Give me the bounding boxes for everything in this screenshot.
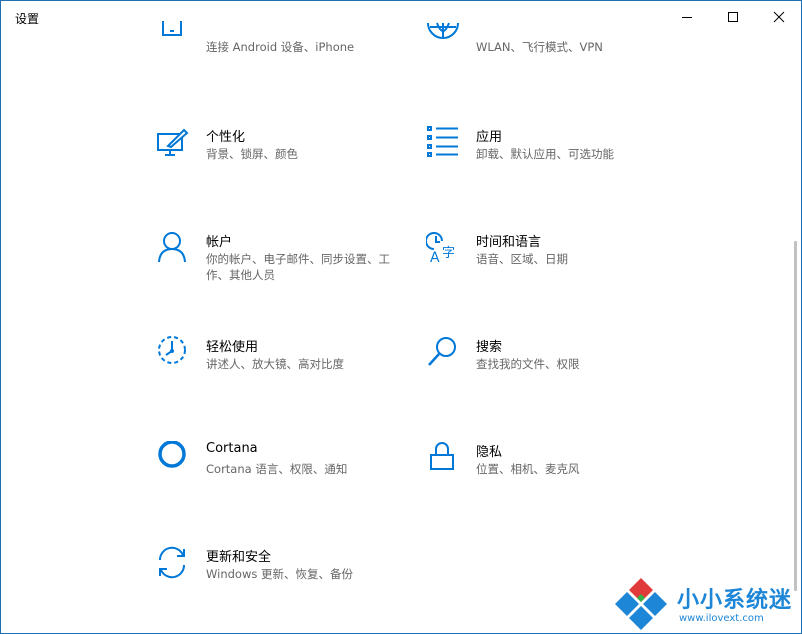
tile-network[interactable]: WLAN、飞行模式、VPN [426,15,676,85]
tile-description: WLAN、飞行模式、VPN [476,40,603,54]
minimize-icon [682,17,692,18]
svg-text:A: A [430,250,440,265]
phone-icon [156,15,190,49]
tile-description: Windows 更新、恢复、备份 [206,567,353,581]
tile-description: 讲述人、放大镜、高对比度 [206,357,344,371]
tile-title: Cortana [206,441,258,456]
time-language-icon: A字 [426,231,460,265]
tile-title: 时间和语言 [476,235,542,250]
sync-arrows-icon [156,546,190,580]
tile-title: 更新和安全 [206,550,272,565]
tile-title: 个性化 [206,130,246,145]
watermark-logo-icon [613,576,669,632]
watermark-name: 小小系统迷 [677,588,793,613]
tile-title: 帐户 [206,235,233,250]
close-icon [773,11,785,23]
tile-update-security[interactable]: 更新和安全 Windows 更新、恢复、备份 [156,546,406,616]
personalization-icon [156,126,190,160]
tile-description: 连接 Android 设备、iPhone [206,40,355,54]
watermark-url: www.ilovext.com [679,613,764,624]
tile-cortana[interactable]: Cortana Cortana 语言、权限、通知 [156,441,406,511]
maximize-button[interactable] [710,1,756,33]
close-button[interactable] [756,1,801,33]
tile-accounts[interactable]: 帐户 你的帐户、电子邮件、同步设置、工作、其他人员 [156,231,406,301]
tile-description: 卸载、默认应用、可选功能 [476,147,614,161]
tile-ease-of-access[interactable]: 轻松使用 讲述人、放大镜、高对比度 [156,336,406,406]
tile-privacy[interactable]: 隐私 位置、相机、麦克风 [426,441,676,511]
tile-description: Cortana 语言、权限、通知 [206,462,348,476]
tile-title: 隐私 [476,445,503,460]
tile-search[interactable]: 搜索 查找我的文件、权限 [426,336,676,406]
tile-title: 应用 [476,130,503,145]
tile-description: 查找我的文件、权限 [476,357,580,371]
ease-of-access-icon [156,336,190,370]
tile-personalization[interactable]: 个性化 背景、锁屏、颜色 [156,126,406,196]
tile-title: 搜索 [476,340,503,355]
person-icon [156,231,190,265]
search-icon [426,336,460,370]
maximize-icon [728,12,738,22]
tile-time-language[interactable]: A字 时间和语言 语音、区域、日期 [426,231,676,301]
tile-phone[interactable]: 连接 Android 设备、iPhone [156,15,406,85]
tile-apps[interactable]: 应用 卸载、默认应用、可选功能 [426,126,676,196]
watermark: 小小系统迷 www.ilovext.com [611,576,801,632]
vertical-scrollbar[interactable] [794,241,797,591]
tile-description: 位置、相机、麦克风 [476,462,580,476]
tile-description: 你的帐户、电子邮件、同步设置、工作、其他人员 [206,252,390,282]
settings-window: 设置 连接 Android 设备、iPhone WLAN、飞行模式、VPN 个性… [0,0,802,634]
tile-description: 语音、区域、日期 [476,252,568,266]
apps-list-icon [426,126,460,160]
globe-icon [426,15,460,49]
lock-icon [426,441,460,475]
window-title: 设置 [15,12,40,26]
svg-text:字: 字 [442,246,455,261]
tile-title: 轻松使用 [206,340,259,355]
cortana-ring-icon [156,441,190,475]
tile-description: 背景、锁屏、颜色 [206,147,298,161]
